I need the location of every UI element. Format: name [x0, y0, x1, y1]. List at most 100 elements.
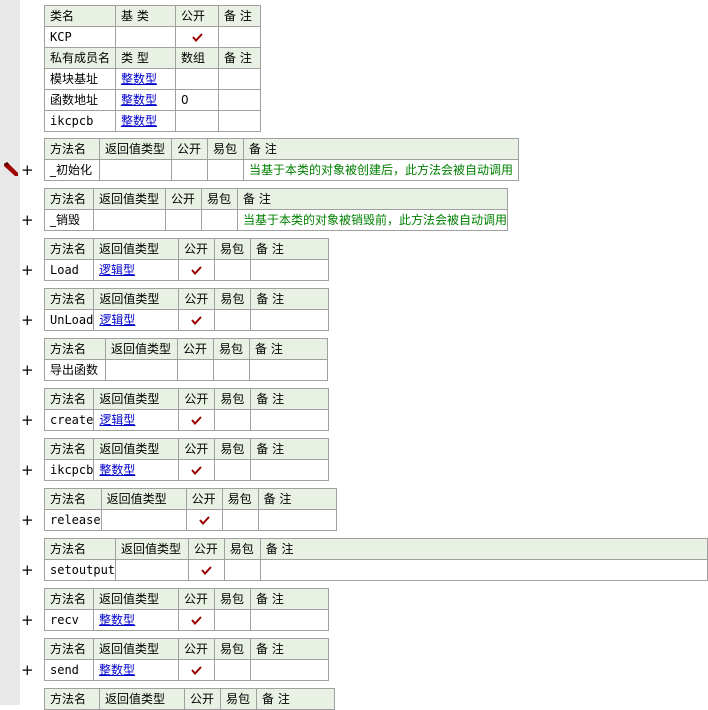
method-name-cell[interactable]: recv: [44, 609, 94, 631]
member-name-cell[interactable]: ikcpcb: [44, 110, 116, 132]
member-type-link[interactable]: 整数型: [115, 68, 176, 90]
method-name-cell[interactable]: _初始化: [44, 159, 100, 181]
easy-pack-cell[interactable]: [201, 209, 238, 231]
return-type-cell[interactable]: [100, 509, 187, 531]
easy-pack-cell[interactable]: [213, 359, 250, 381]
return-type-cell[interactable]: 逻辑型: [93, 409, 180, 431]
easy-pack-cell[interactable]: [214, 309, 252, 331]
return-type-cell[interactable]: 逻辑型: [93, 309, 180, 331]
column-header: 方法名: [44, 588, 94, 610]
easy-pack-cell[interactable]: [221, 509, 259, 531]
public-cell[interactable]: [175, 26, 219, 48]
return-type-cell[interactable]: 整数型: [93, 659, 179, 681]
member-note-cell[interactable]: [218, 110, 261, 132]
public-cell[interactable]: [185, 509, 223, 531]
return-type-cell[interactable]: [99, 159, 172, 181]
public-cell[interactable]: [178, 409, 216, 431]
method-block: 方法名 返回值类型 公开 易包备 注 send 整数型: [44, 638, 329, 681]
class-name-cell[interactable]: KCP: [44, 26, 116, 48]
method-name-cell[interactable]: ikcpcb: [43, 459, 95, 481]
method-row: setoutput: [43, 559, 708, 581]
easy-pack-cell[interactable]: [223, 559, 261, 581]
plus-icon[interactable]: +: [21, 563, 34, 578]
plus-icon[interactable]: +: [21, 463, 34, 478]
column-header: 方法名: [44, 488, 102, 510]
plus-icon[interactable]: +: [21, 363, 34, 378]
method-block: 方法名 返回值类型 公开 易包备 注 ikcpcb 整数型: [43, 438, 330, 481]
method-name-cell[interactable]: setoutput: [43, 559, 117, 581]
method-row: 导出函数: [44, 359, 328, 381]
member-note-cell[interactable]: [218, 68, 261, 90]
plus-icon[interactable]: +: [21, 663, 34, 678]
easy-pack-cell[interactable]: [214, 259, 251, 281]
return-type-cell[interactable]: [115, 559, 189, 581]
method-note-cell[interactable]: [249, 359, 328, 381]
easy-pack-cell[interactable]: [214, 609, 251, 631]
method-note-cell[interactable]: [250, 309, 330, 331]
member-array-cell[interactable]: [175, 110, 219, 132]
easy-pack-cell[interactable]: [214, 409, 252, 431]
checkmark-icon: [191, 666, 202, 675]
member-name-cell[interactable]: 函数地址: [44, 89, 116, 111]
public-cell[interactable]: [178, 259, 215, 281]
member-note-cell[interactable]: [218, 89, 261, 111]
method-name-cell[interactable]: UnLoad: [43, 309, 95, 331]
public-cell[interactable]: [177, 359, 214, 381]
public-cell[interactable]: [178, 609, 215, 631]
column-header: 返回值类型: [99, 138, 172, 160]
method-note-cell[interactable]: 当基于本类的对象被创建后，此方法会被自动调用: [243, 159, 519, 181]
return-type-cell[interactable]: 整数型: [93, 609, 179, 631]
method-name-cell[interactable]: Load: [44, 259, 94, 281]
method-header-row: 方法名 返回值类型 公开 易包备 注: [43, 538, 708, 560]
public-cell[interactable]: [165, 209, 202, 231]
method-name-cell[interactable]: release: [44, 509, 102, 531]
method-header-row: 方法名 返回值类型 公开 易包备 注: [43, 438, 330, 460]
method-header-row: 方法名 返回值类型 公开 易包备 注: [44, 138, 519, 160]
column-header: 易包: [223, 538, 261, 560]
member-type-link[interactable]: 整数型: [115, 110, 176, 132]
method-note-cell[interactable]: [250, 659, 329, 681]
public-cell[interactable]: [187, 559, 225, 581]
note-cell[interactable]: [218, 26, 261, 48]
member-array-cell[interactable]: 0: [175, 89, 219, 111]
method-note-cell[interactable]: [250, 409, 330, 431]
plus-icon[interactable]: +: [21, 213, 34, 228]
public-cell[interactable]: [171, 159, 208, 181]
easy-pack-cell[interactable]: [214, 459, 252, 481]
return-type-cell[interactable]: 整数型: [93, 459, 180, 481]
plus-icon[interactable]: +: [21, 313, 34, 328]
method-note-cell[interactable]: [250, 609, 329, 631]
plus-icon[interactable]: +: [21, 263, 34, 278]
member-array-cell[interactable]: [175, 68, 219, 90]
plus-icon[interactable]: +: [21, 163, 34, 178]
return-type-cell[interactable]: [105, 359, 178, 381]
member-name-cell[interactable]: 模块基址: [44, 68, 116, 90]
method-table: 方法名 返回值类型 公开 易包备 注 ikcpcb 整数型: [43, 438, 330, 481]
method-note-cell[interactable]: [259, 559, 708, 581]
member-type-link[interactable]: 整数型: [115, 89, 176, 111]
method-name-cell[interactable]: 导出函数: [44, 359, 106, 381]
method-note-cell[interactable]: 当基于本类的对象被销毁前，此方法会被自动调用: [236, 209, 509, 231]
checkmark-icon: [198, 516, 210, 525]
pencil-icon[interactable]: [3, 162, 19, 176]
public-cell[interactable]: [178, 309, 216, 331]
base-class-cell[interactable]: [115, 26, 176, 48]
plus-icon[interactable]: +: [21, 513, 34, 528]
method-name-cell[interactable]: _销毁: [44, 209, 94, 231]
return-type-cell[interactable]: [93, 209, 166, 231]
column-header: 返回值类型: [93, 438, 180, 460]
return-type-cell[interactable]: 逻辑型: [93, 259, 179, 281]
plus-icon[interactable]: +: [21, 613, 34, 628]
method-name-cell[interactable]: send: [44, 659, 94, 681]
column-header: 备 注: [236, 188, 509, 210]
public-cell[interactable]: [178, 459, 216, 481]
member-row: 模块基址 整数型: [44, 68, 261, 90]
method-note-cell[interactable]: [250, 459, 330, 481]
method-name-cell[interactable]: create: [43, 409, 95, 431]
easy-pack-cell[interactable]: [214, 659, 251, 681]
method-note-cell[interactable]: [250, 259, 329, 281]
method-note-cell[interactable]: [257, 509, 337, 531]
public-cell[interactable]: [178, 659, 215, 681]
easy-pack-cell[interactable]: [207, 159, 244, 181]
plus-icon[interactable]: +: [21, 413, 34, 428]
